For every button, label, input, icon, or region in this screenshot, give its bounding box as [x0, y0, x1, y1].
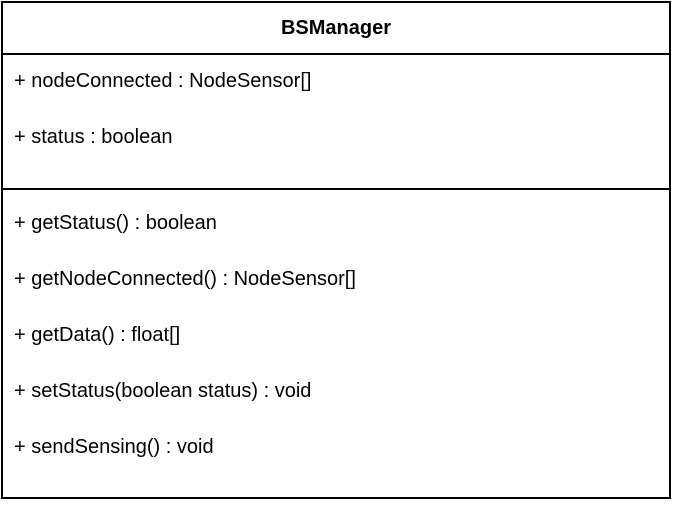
class-name: BSManager [280, 16, 392, 39]
attribute-status: + status : boolean [14, 126, 173, 148]
attributes-compartment: + nodeConnected : NodeSensor[] + status … [3, 55, 669, 190]
uml-class-bsmanager: BSManager + nodeConnected : NodeSensor[]… [1, 1, 671, 499]
operation-send-sensing: + sendSensing() : void [14, 436, 214, 458]
operation-get-data: + getData() : float[] [14, 324, 181, 346]
operation-get-status: + getStatus() : boolean [14, 212, 217, 234]
operation-get-node-connected: + getNodeConnected() : NodeSensor[] [14, 268, 356, 290]
attribute-node-connected: + nodeConnected : NodeSensor[] [14, 70, 312, 92]
operation-set-status: + setStatus(boolean status) : void [14, 380, 312, 402]
class-header: BSManager [3, 3, 669, 55]
